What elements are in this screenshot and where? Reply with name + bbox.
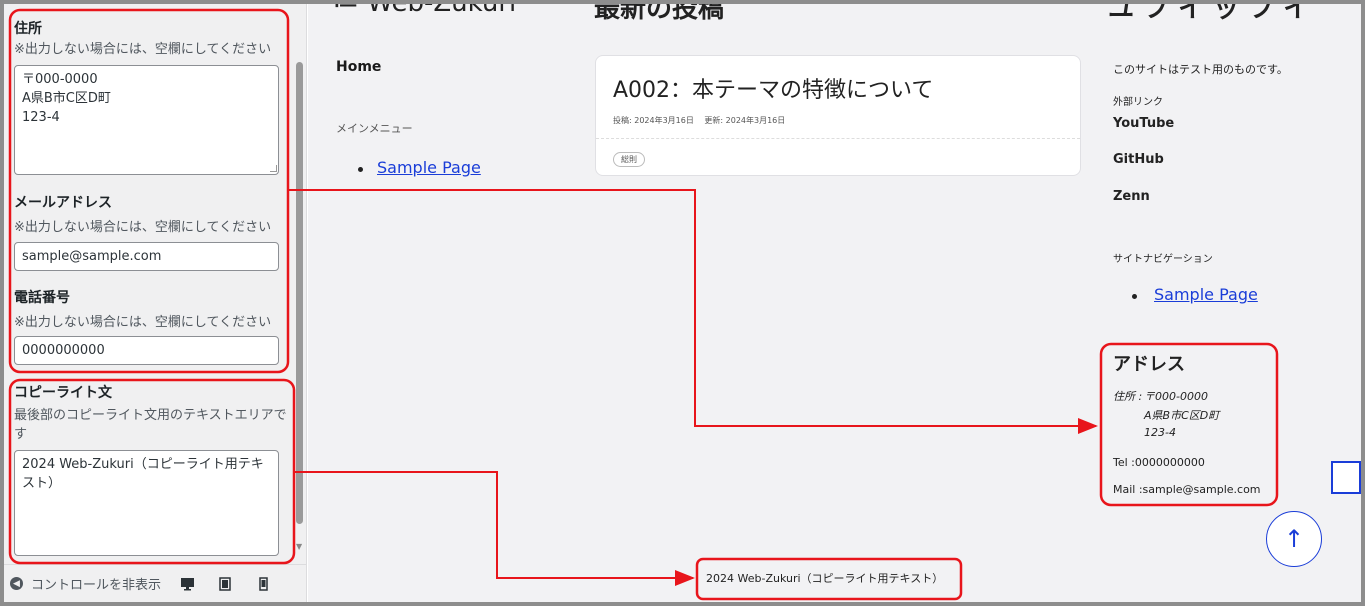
copyright-title: コピーライト文	[14, 385, 112, 401]
address-prefix: 住所 :	[1113, 390, 1143, 403]
panel-scrollbar[interactable]	[296, 62, 303, 524]
collapse-label: コントロールを非表示	[31, 578, 162, 593]
tablet-preview-icon[interactable]	[217, 576, 233, 592]
menu-bullet	[358, 167, 363, 172]
address-line-1: 〒000-0000	[1144, 390, 1208, 403]
youtube-link[interactable]: YouTube	[1113, 116, 1174, 131]
post-meta: 投稿: 2024年3月16日 更新: 2024年3月16日	[613, 116, 786, 125]
section-title: 最新の投稿	[594, 4, 725, 24]
post-tag[interactable]: 総則	[613, 152, 645, 167]
scroll-down-arrow[interactable]: ▼	[296, 542, 302, 551]
phone-title: 電話番号	[14, 290, 70, 306]
zenn-link[interactable]: Zenn	[1113, 189, 1150, 204]
copyright-desc: 最後部のコピーライト文用のテキストエリアです	[14, 408, 287, 442]
window-frame: 住所 ※出力しない場合には、空欄にしてください 〒000-0000 A県B市C区…	[4, 4, 1361, 602]
mail-line: Mail :sample@sample.com	[1113, 483, 1261, 496]
site-navigation-label: サイトナビゲーション	[1113, 254, 1213, 265]
email-title: メールアドレス	[14, 195, 112, 211]
email-desc: ※出力しない場合には、空欄にしてください	[14, 220, 272, 235]
post-divider	[596, 138, 1080, 139]
collapse-controls-button[interactable]: ◀ コントロールを非表示	[10, 574, 161, 593]
phone-field[interactable]: 0000000000	[14, 336, 279, 365]
main-menu-label: メインメニュー	[336, 122, 413, 135]
site-preview: ≔ Web-Zukuri 最新の投稿 ユ フ イ ッ フ イ Home メインメ…	[308, 4, 1361, 602]
post-title[interactable]: A002：本テーマの特徴について	[613, 72, 933, 104]
address-resize-handle[interactable]	[270, 165, 277, 172]
address-heading: アドレス	[1113, 354, 1185, 375]
home-link[interactable]: Home	[336, 59, 381, 75]
address-title: 住所	[14, 21, 42, 37]
address-desc: ※出力しない場合には、空欄にしてください	[14, 42, 272, 57]
customizer-panel: 住所 ※出力しない場合には、空欄にしてください 〒000-0000 A県B市C区…	[4, 4, 307, 602]
address-textarea[interactable]: 〒000-0000 A県B市C区D町 123-4	[14, 65, 279, 175]
email-field[interactable]: sample@sample.com	[14, 242, 279, 271]
github-link[interactable]: GitHub	[1113, 152, 1164, 167]
tel-line: Tel :0000000000	[1113, 456, 1205, 469]
desktop-preview-icon[interactable]	[179, 576, 195, 592]
panel-footer: ◀ コントロールを非表示	[4, 564, 306, 602]
sidebar-sample-page-link[interactable]: Sample Page	[1154, 285, 1258, 304]
footer-copyright: 2024 Web-Zukuri（コピーライト用テキスト）	[706, 572, 944, 585]
address-line-2: A県B市C区D町	[1144, 409, 1220, 422]
post-card[interactable]: A002：本テーマの特徴について 投稿: 2024年3月16日 更新: 2024…	[595, 55, 1081, 176]
collapse-arrow-icon: ◀	[10, 577, 23, 590]
site-title[interactable]: ≔ Web-Zukuri	[333, 4, 516, 18]
external-links-label: 外部リンク	[1113, 97, 1163, 108]
mobile-preview-icon[interactable]	[255, 576, 271, 592]
sidebar-title: ユ フ イ ッ フ イ	[1108, 4, 1310, 24]
copyright-textarea[interactable]: 2024 Web-Zukuri（コピーライト用テキスト）	[14, 450, 279, 556]
phone-desc: ※出力しない場合には、空欄にしてください	[14, 315, 272, 330]
back-to-top-button[interactable]: ↑	[1266, 511, 1322, 567]
main-menu-sample-page-link[interactable]: Sample Page	[377, 158, 481, 177]
sidebar-intro: このサイトはテスト用のものです。	[1113, 63, 1288, 76]
sidebar-nav-bullet	[1132, 294, 1137, 299]
address-line-3: 123-4	[1144, 426, 1176, 439]
edge-checkbox[interactable]	[1331, 461, 1361, 494]
